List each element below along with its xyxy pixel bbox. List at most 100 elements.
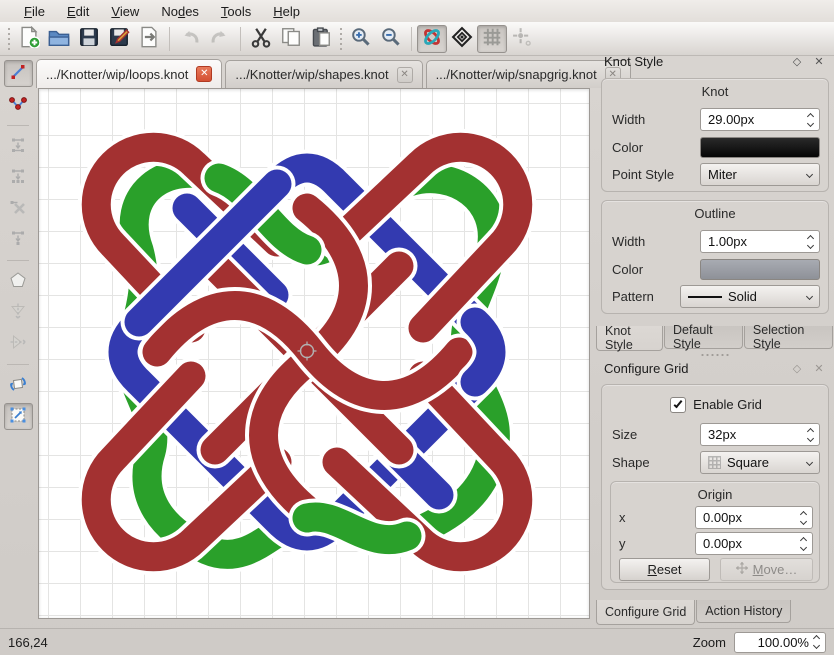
new-document-icon bbox=[18, 26, 40, 51]
rotate-tool-button[interactable] bbox=[4, 372, 33, 399]
menu-edit[interactable]: Edit bbox=[57, 2, 99, 21]
knot-canvas[interactable] bbox=[38, 88, 590, 619]
tab-label: .../Knotter/wip/snapgrig.knot bbox=[436, 67, 597, 82]
grid-icon bbox=[481, 26, 503, 51]
open-icon bbox=[48, 26, 70, 51]
cut-button[interactable] bbox=[246, 25, 276, 53]
origin-x-spinbox[interactable]: 0.00px bbox=[695, 506, 813, 529]
grid-shape-combo[interactable]: Square bbox=[700, 451, 820, 474]
open-button[interactable] bbox=[44, 25, 74, 53]
tab-selection-style[interactable]: Selection Style bbox=[744, 326, 833, 349]
knot-width-spinbox[interactable]: 29.00px bbox=[700, 108, 820, 131]
zoom-out-button[interactable] bbox=[376, 25, 406, 53]
document-tab-bar: .../Knotter/wip/loops.knot ✕ .../Knotter… bbox=[36, 59, 631, 88]
zoom-out-icon bbox=[380, 26, 402, 51]
configure-grid-dock-title: Configure Grid ◇ ✕ bbox=[596, 357, 834, 379]
menu-help[interactable]: Help bbox=[263, 2, 310, 21]
toolbar-handle[interactable] bbox=[338, 27, 344, 51]
chevron-down-icon bbox=[806, 459, 813, 466]
snap-to-grid-icon bbox=[511, 26, 533, 51]
cursor-coordinates: 166,24 bbox=[8, 635, 48, 650]
dock-close-icon[interactable]: ✕ bbox=[812, 361, 826, 375]
spin-arrows-icon[interactable] bbox=[803, 112, 819, 128]
graph-view-icon bbox=[451, 26, 473, 51]
scale-tool-button[interactable] bbox=[4, 403, 33, 430]
tab-shapes[interactable]: .../Knotter/wip/shapes.knot ✕ bbox=[225, 60, 422, 88]
menu-nodes[interactable]: Nodes bbox=[151, 2, 209, 21]
redo-button[interactable] bbox=[205, 25, 235, 53]
undo-icon bbox=[179, 26, 201, 51]
subdivide-edge-icon bbox=[9, 167, 27, 188]
origin-y-label: y bbox=[619, 536, 626, 551]
dock-close-icon[interactable]: ✕ bbox=[812, 54, 826, 68]
zoom-in-button[interactable] bbox=[346, 25, 376, 53]
spin-arrows-icon[interactable] bbox=[809, 634, 825, 650]
node-tool-button[interactable] bbox=[4, 91, 33, 118]
node-tool-icon bbox=[9, 94, 27, 115]
redo-icon bbox=[209, 26, 231, 51]
remove-node-icon bbox=[9, 198, 27, 219]
knot-view-icon bbox=[421, 26, 443, 51]
scale-tool-icon bbox=[9, 406, 27, 427]
export-button[interactable] bbox=[134, 25, 164, 53]
tab-configure-grid[interactable]: Configure Grid bbox=[596, 600, 695, 625]
snap-to-grid-button[interactable] bbox=[507, 25, 537, 53]
save-button[interactable] bbox=[74, 25, 104, 53]
tab-knot-style[interactable]: Knot Style bbox=[596, 326, 663, 351]
polygon-tool-button[interactable] bbox=[4, 268, 33, 295]
polygon-icon bbox=[9, 271, 27, 292]
spin-arrows-icon[interactable] bbox=[796, 510, 812, 526]
reset-button[interactable]: Reset bbox=[619, 558, 710, 581]
subdivide-edge-button[interactable] bbox=[4, 164, 33, 191]
knot-view-button[interactable] bbox=[417, 25, 447, 53]
graph-view-button[interactable] bbox=[447, 25, 477, 53]
new-document-button[interactable] bbox=[14, 25, 44, 53]
merge-nodes-button[interactable] bbox=[4, 226, 33, 253]
zoom-spinbox[interactable]: 100.00% bbox=[734, 632, 826, 653]
tab-label: .../Knotter/wip/loops.knot bbox=[46, 67, 188, 82]
style-dock-tabs: Knot Style Default Style Selection Style bbox=[596, 326, 834, 351]
save-as-button[interactable] bbox=[104, 25, 134, 53]
flip-vertical-icon bbox=[9, 302, 27, 323]
spin-arrows-icon[interactable] bbox=[803, 234, 819, 250]
outline-color-swatch[interactable] bbox=[700, 259, 820, 280]
dock-float-icon[interactable]: ◇ bbox=[790, 54, 804, 68]
cut-icon bbox=[250, 26, 272, 51]
spin-arrows-icon[interactable] bbox=[796, 536, 812, 552]
checkbox-checked-icon[interactable] bbox=[670, 397, 686, 413]
zoom-in-icon bbox=[350, 26, 372, 51]
spin-arrows-icon[interactable] bbox=[803, 427, 819, 443]
chevron-down-icon bbox=[806, 293, 813, 300]
toolbar-handle[interactable] bbox=[6, 27, 12, 51]
flip-horizontal-button[interactable] bbox=[4, 330, 33, 357]
toggle-grid-button[interactable] bbox=[477, 25, 507, 53]
dock-float-icon[interactable]: ◇ bbox=[790, 361, 804, 375]
menu-view[interactable]: View bbox=[101, 2, 149, 21]
grid-size-spinbox[interactable]: 32px bbox=[700, 423, 820, 446]
tab-default-style[interactable]: Default Style bbox=[664, 326, 743, 349]
point-style-combo[interactable]: Miter bbox=[700, 163, 820, 186]
outline-width-spinbox[interactable]: 1.00px bbox=[700, 230, 820, 253]
menu-tools[interactable]: Tools bbox=[211, 2, 261, 21]
pattern-label: Pattern bbox=[612, 289, 654, 304]
insert-edge-button[interactable] bbox=[4, 133, 33, 160]
group-title: Knot bbox=[602, 79, 828, 99]
enable-grid-checkbox[interactable]: Enable Grid bbox=[670, 397, 762, 413]
undo-button[interactable] bbox=[175, 25, 205, 53]
origin-y-spinbox[interactable]: 0.00px bbox=[695, 532, 813, 555]
tab-loops[interactable]: .../Knotter/wip/loops.knot ✕ bbox=[36, 59, 222, 88]
close-icon[interactable]: ✕ bbox=[196, 66, 212, 82]
tab-action-history[interactable]: Action History bbox=[696, 600, 791, 623]
remove-node-button[interactable] bbox=[4, 195, 33, 222]
export-icon bbox=[138, 26, 160, 51]
knot-color-swatch[interactable] bbox=[700, 137, 820, 158]
pattern-combo[interactable]: Solid bbox=[680, 285, 820, 308]
shape-label: Shape bbox=[612, 455, 650, 470]
paste-button[interactable] bbox=[306, 25, 336, 53]
close-icon[interactable]: ✕ bbox=[397, 67, 413, 83]
copy-button[interactable] bbox=[276, 25, 306, 53]
move-button[interactable]: Move… bbox=[720, 558, 813, 581]
flip-vertical-button[interactable] bbox=[4, 299, 33, 326]
menu-file[interactable]: File bbox=[14, 2, 55, 21]
edge-tool-button[interactable] bbox=[4, 60, 33, 87]
